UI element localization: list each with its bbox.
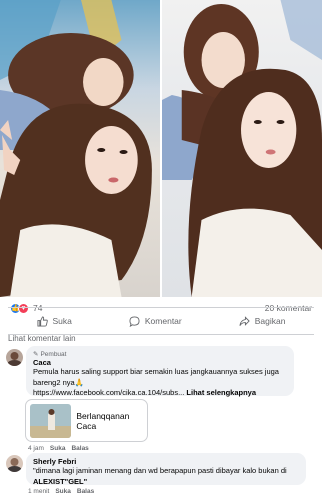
share-button[interactable]: Bagikan [239, 315, 286, 327]
comment-icon [129, 315, 140, 327]
selfie-right-image [162, 0, 322, 297]
comment-time[interactable]: 1 menit [28, 488, 49, 495]
link-card-thumbnail [30, 403, 72, 438]
comment-link[interactable]: https://www.facebook.com/cika.ca.104/sub… [33, 388, 184, 397]
subscription-link-card[interactable]: Berlanqqanan Caca [25, 399, 148, 442]
share-button-label: Bagikan [254, 316, 286, 326]
comment-button[interactable]: Komentar [129, 315, 182, 327]
comment-author-name[interactable]: Sherly Febri [33, 457, 299, 466]
post-photo-right[interactable] [162, 0, 322, 297]
post-photo-left[interactable] [0, 0, 160, 297]
comment-text: Pemula harus saling support biar semakin… [33, 367, 279, 387]
comment-author-name[interactable]: Caca [33, 358, 287, 367]
link-card-title: Berlanqqanan Caca [76, 410, 130, 431]
commenter-avatar-image [6, 455, 23, 472]
post-action-bar: Suka Komentar Bagikan [8, 307, 314, 335]
commenter-avatar-image [6, 349, 23, 366]
author-badge: ✎ Pembuat [33, 350, 287, 359]
see-more-link[interactable]: Lihat selengkapnya [186, 388, 256, 397]
thumbs-up-icon [36, 315, 48, 327]
comment-bubble: Sherly Febri "dimana lagi jaminan menang… [26, 453, 306, 486]
comment-text: "dimana lagi jaminan menang dan wd berap… [33, 466, 287, 475]
pen-icon: ✎ [33, 351, 39, 358]
post-photo-collage[interactable] [0, 0, 322, 297]
link-card-image [30, 403, 72, 438]
comment-button-label: Komentar [144, 316, 182, 326]
avatar[interactable] [6, 349, 23, 366]
comment-reply-link[interactable]: Balas [77, 488, 94, 495]
like-button[interactable]: Suka [36, 315, 72, 327]
comment-like-link[interactable]: Suka [55, 488, 71, 495]
comment-time[interactable]: 4 jam [28, 445, 44, 452]
comment-like-link[interactable]: Suka [50, 445, 66, 452]
comment-meta: 4 jam Suka Balas [28, 445, 89, 452]
author-badge-label: Pembuat [40, 350, 67, 358]
comment-bubble: ✎ Pembuat Caca Pemula harus saling suppo… [26, 346, 294, 397]
comment-reply-link[interactable]: Balas [71, 445, 88, 452]
like-button-label: Suka [52, 316, 72, 326]
view-more-comments-link[interactable]: Lihat komentar lain [8, 334, 76, 343]
comment-meta: 1 menit Suka Balas [28, 488, 94, 495]
selfie-left-image [0, 0, 152, 297]
avatar[interactable] [6, 455, 23, 472]
share-arrow-icon [239, 315, 250, 326]
comment-text-continued: ALEXIST"GEL" [33, 476, 88, 486]
